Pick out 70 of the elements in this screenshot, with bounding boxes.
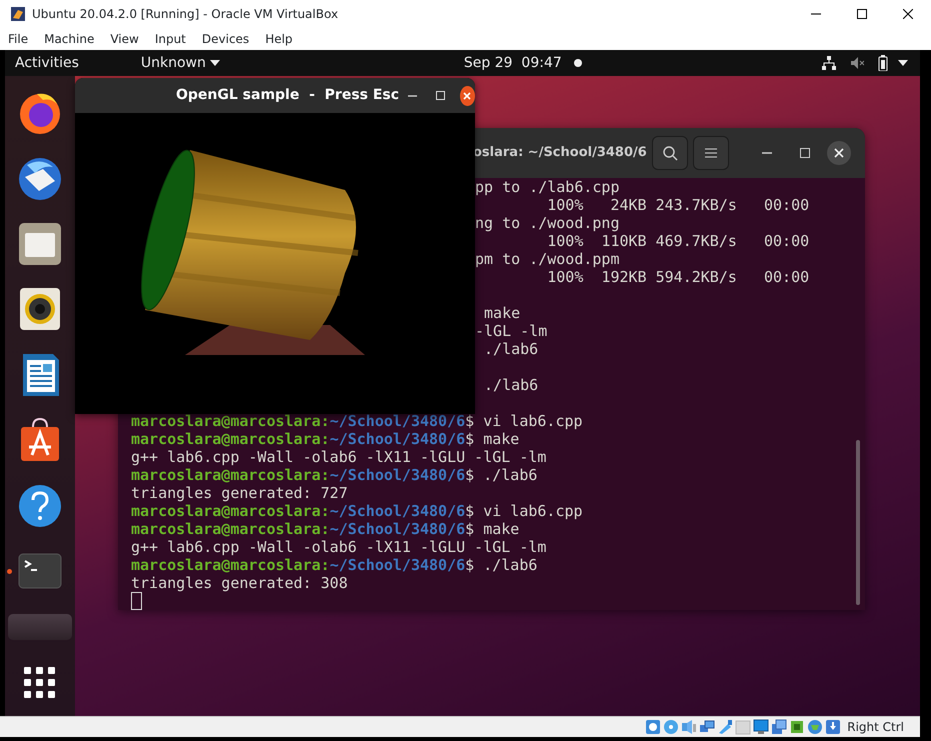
speaker-muted-icon (850, 56, 864, 70)
window-title: Ubuntu 20.04.2.0 [Running] - Oracle VM VirtualBox (32, 6, 340, 22)
chip-icon[interactable] (789, 719, 806, 735)
battery-icon (878, 55, 888, 71)
globe-icon[interactable] (807, 719, 824, 735)
scrollbar[interactable] (856, 440, 860, 605)
terminal-line: 100% 192KB 594.2KB/s 00:00 (546, 268, 810, 286)
menu-icon (704, 147, 718, 159)
help-icon[interactable] (17, 482, 63, 529)
terminal-line: pm to ./wood.ppm (475, 250, 620, 268)
menu-button[interactable] (692, 136, 729, 170)
terminal-line: triangles generated: 727 (131, 484, 348, 502)
dock-tile[interactable] (8, 614, 72, 640)
menu-item[interactable]: Machine (44, 30, 94, 48)
close-icon (463, 92, 472, 100)
terminal-line: marcoslara@marcoslara:~/School/3480/6$ ./lab6 (131, 466, 538, 484)
caret-icon (210, 60, 220, 66)
maximize-icon (436, 91, 446, 100)
folder-icon[interactable] (17, 220, 63, 267)
menu-item[interactable]: Devices (202, 30, 250, 48)
close-button[interactable] (826, 141, 851, 165)
maximize-icon (800, 148, 810, 158)
terminal-line: 100% 24KB 243.7KB/s 00:00 (546, 196, 810, 214)
menu-item[interactable]: Help (265, 30, 293, 48)
terminal-line: ng to ./wood.png (475, 214, 620, 232)
network-icon[interactable] (699, 719, 716, 735)
terminal-line: marcoslara@marcoslara:~/School/3480/6$ make (131, 430, 520, 448)
close-button[interactable] (460, 86, 475, 106)
mail-bird-icon[interactable] (17, 155, 63, 202)
screen-capture-icon[interactable] (771, 719, 788, 735)
minimize-icon (408, 94, 417, 96)
virtualbox-logo-icon (10, 6, 26, 22)
terminal-line: g++ lab6.cpp -Wall -olab6 -lX11 -lGLU -lGL -lm (131, 538, 546, 556)
search-icon (662, 145, 678, 161)
close-icon (903, 8, 913, 18)
gl-window-title: OpenGL sample - Press Esc (176, 86, 400, 105)
usb-icon[interactable] (717, 719, 734, 735)
terminal-title: oslara: ~/School/3480/6 (473, 145, 647, 161)
menu-item[interactable]: View (110, 30, 139, 48)
clock[interactable]: Sep 29 09:47 (464, 52, 562, 74)
maximize-icon (857, 8, 867, 18)
audio-icon[interactable] (681, 719, 698, 735)
terminal-line: -lGL -lm (475, 322, 548, 340)
terminal-line: g++ lab6.cpp -Wall -olab6 -lX11 -lGLU -lGL -lm (131, 448, 546, 466)
close-icon (834, 148, 844, 158)
menu-item[interactable]: File (8, 30, 28, 48)
caret-icon (898, 60, 908, 66)
text-cursor (131, 592, 142, 610)
search-button[interactable] (652, 136, 688, 170)
terminal-line: marcoslara@marcoslara:~/School/3480/6$ ./lab6 (131, 556, 538, 574)
terminal-line: ./lab6 (483, 376, 538, 394)
terminal-line: 100% 110KB 469.7KB/s 00:00 (546, 232, 810, 250)
speaker-icon[interactable] (17, 286, 63, 332)
minimize-icon (762, 152, 772, 154)
terminal-line: make (483, 304, 520, 322)
terminal-line: triangles generated: 308 (131, 574, 348, 592)
network-icon (822, 56, 836, 70)
display-icon[interactable] (753, 719, 770, 735)
menu-item[interactable]: Input (154, 30, 186, 48)
optical-disc-icon[interactable] (663, 719, 680, 735)
terminal-line: marcoslara@marcoslara:~/School/3480/6$ make (131, 520, 520, 538)
app-menu[interactable]: Unknown (140, 52, 206, 74)
terminal-line: marcoslara@marcoslara:~/School/3480/6$ vi lab6.cpp (131, 412, 583, 430)
activities-button[interactable]: Activities (15, 52, 79, 74)
terminal-line: pp to ./lab6.cpp (475, 178, 620, 196)
notification-dot-icon (574, 59, 582, 67)
host-key-label: Right Ctrl (847, 719, 904, 736)
terminal-line: ./lab6 (483, 340, 538, 358)
arrow-down-icon[interactable] (825, 719, 842, 735)
terminal-line: marcoslara@marcoslara:~/School/3480/6$ vi lab6.cpp (131, 502, 583, 520)
